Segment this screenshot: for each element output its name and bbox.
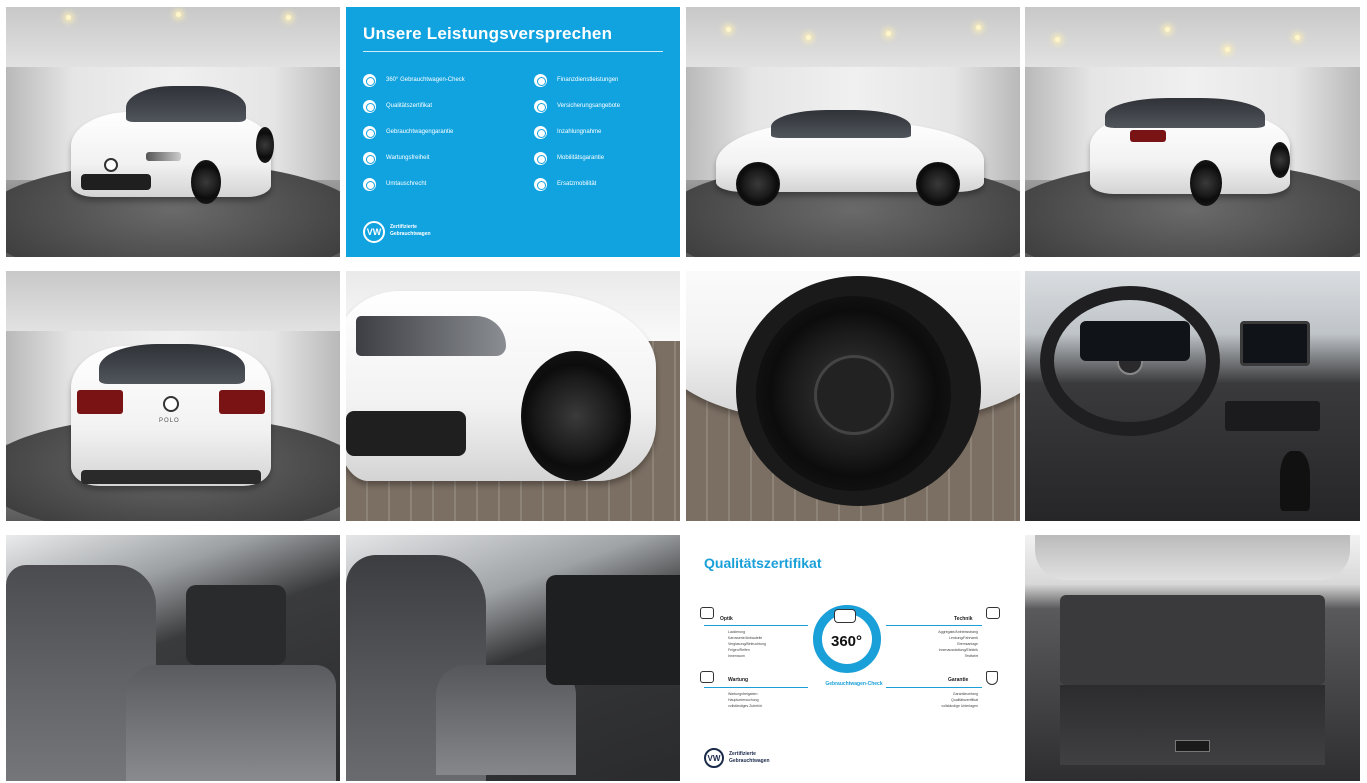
climate-controls xyxy=(1225,401,1320,431)
car-icon xyxy=(700,607,714,619)
infotainment-screen xyxy=(1240,321,1310,366)
instrument-cluster xyxy=(1080,321,1190,361)
ceiling-lamp xyxy=(1225,47,1230,52)
rear-seat-cushion xyxy=(126,665,336,781)
shield-icon xyxy=(986,671,998,685)
hubcap xyxy=(814,355,894,435)
section-label: Garantie xyxy=(948,677,969,683)
section-label: Wartung xyxy=(728,677,749,683)
headlight xyxy=(356,316,506,356)
promise-item: Finanzdienstleistungen xyxy=(534,73,618,87)
wrench-icon xyxy=(700,671,714,683)
check-360-icon xyxy=(363,73,376,87)
car-icon xyxy=(834,609,856,623)
ceiling-lamp xyxy=(1165,27,1170,32)
badge-number: 360° xyxy=(831,633,863,650)
promise-item: 360° Gebrauchtwagen-Check xyxy=(363,73,465,87)
replacement-car-icon xyxy=(534,177,547,191)
check-list: Lackierung Karosserie/Anbauteile Verglas… xyxy=(728,630,766,658)
photo-gallery-grid: Unsere Leistungsversprechen 360° Gebrauc… xyxy=(0,0,1367,783)
divider xyxy=(363,51,663,52)
badge-caption: Gebrauchtwagen-Check xyxy=(825,681,883,687)
photo-cockpit[interactable] xyxy=(1025,271,1360,521)
check-list: Garantieumfang Qualitätszertifikat volls… xyxy=(941,692,978,708)
ceiling-lamp xyxy=(1055,37,1060,42)
ceiling-lamp xyxy=(1295,35,1300,40)
wrench-icon xyxy=(363,151,376,165)
vw-logo-icon: VW xyxy=(363,221,385,243)
mobility-icon xyxy=(534,151,547,165)
brand-label: Zertifizierte Gebrauchtwagen xyxy=(729,751,770,764)
finance-icon xyxy=(534,73,547,87)
divider xyxy=(704,687,808,688)
promise-item: Mobilitätsgarantie xyxy=(534,151,604,165)
photo-rear-seats[interactable] xyxy=(6,535,340,781)
car-image: POLO xyxy=(71,326,276,496)
car-image xyxy=(71,82,276,207)
ceiling-lamp xyxy=(176,12,181,17)
photo-side-view[interactable] xyxy=(686,7,1020,257)
photo-wheel-detail[interactable] xyxy=(686,271,1020,521)
promise-item: Wartungsfreiheit xyxy=(363,151,429,165)
ceiling-lamp xyxy=(886,31,891,36)
photo-front-seats[interactable] xyxy=(346,535,680,781)
model-badge: POLO xyxy=(159,418,180,424)
trunk-floor xyxy=(1060,685,1325,765)
promise-item: Qualitätszertifikat xyxy=(363,99,432,113)
section-label: Optik xyxy=(720,616,733,622)
promise-title: Unsere Leistungsversprechen xyxy=(363,24,613,43)
promise-panel[interactable]: Unsere Leistungsversprechen 360° Gebrauc… xyxy=(346,7,680,257)
dashboard xyxy=(546,575,680,685)
tailgate xyxy=(1035,535,1350,580)
rear-seat-backs xyxy=(1060,595,1325,685)
door-panel xyxy=(186,585,286,665)
ceiling-lamp xyxy=(976,25,981,30)
certificate-panel[interactable]: Qualitätszertifikat Optik Lackierung Kar… xyxy=(686,535,1020,781)
ceiling-lamp xyxy=(806,35,811,40)
photo-front-detail[interactable] xyxy=(346,271,680,521)
ceiling-lamp xyxy=(66,15,71,20)
ceiling-lamp xyxy=(726,27,731,32)
promise-item: Gebrauchtwagengarantie xyxy=(363,125,453,139)
vw-logo-icon: VW xyxy=(704,748,724,768)
divider xyxy=(886,625,982,626)
brand-label: Zertifizierte Gebrauchtwagen xyxy=(390,224,431,237)
divider xyxy=(886,687,982,688)
divider xyxy=(704,625,808,626)
front-wheel xyxy=(521,351,631,481)
car-image xyxy=(716,102,986,207)
certificate-title: Qualitätszertifikat xyxy=(704,555,822,571)
ceiling-lamp xyxy=(286,15,291,20)
car-image xyxy=(1090,92,1295,210)
check-list: Aggregate/Antriebsstrang Lenkung/Fahrwer… xyxy=(938,630,978,658)
promise-item: Inzahlungnahme xyxy=(534,125,601,139)
photo-rear-view[interactable]: POLO xyxy=(6,271,340,521)
key-icon xyxy=(534,125,547,139)
insurance-icon xyxy=(534,99,547,113)
trunk-latch xyxy=(1175,740,1210,752)
promise-item: Versicherungsangebote xyxy=(534,99,620,113)
certificate-icon xyxy=(363,99,376,113)
photo-front-three-quarter[interactable] xyxy=(6,7,340,257)
photo-rear-three-quarter[interactable] xyxy=(1025,7,1360,257)
promise-item: Ersatzmobilität xyxy=(534,177,596,191)
promise-item: Umtauschrecht xyxy=(363,177,426,191)
checklist-icon xyxy=(986,607,1000,619)
gear-shifter xyxy=(1280,451,1310,511)
check-list: Wartungsfreigaben Hauptuntersuchung voll… xyxy=(728,692,763,708)
section-label: Technik xyxy=(954,616,973,622)
exchange-icon xyxy=(363,177,376,191)
front-grille xyxy=(346,411,466,456)
shield-icon xyxy=(363,125,376,139)
photo-trunk[interactable] xyxy=(1025,535,1360,781)
